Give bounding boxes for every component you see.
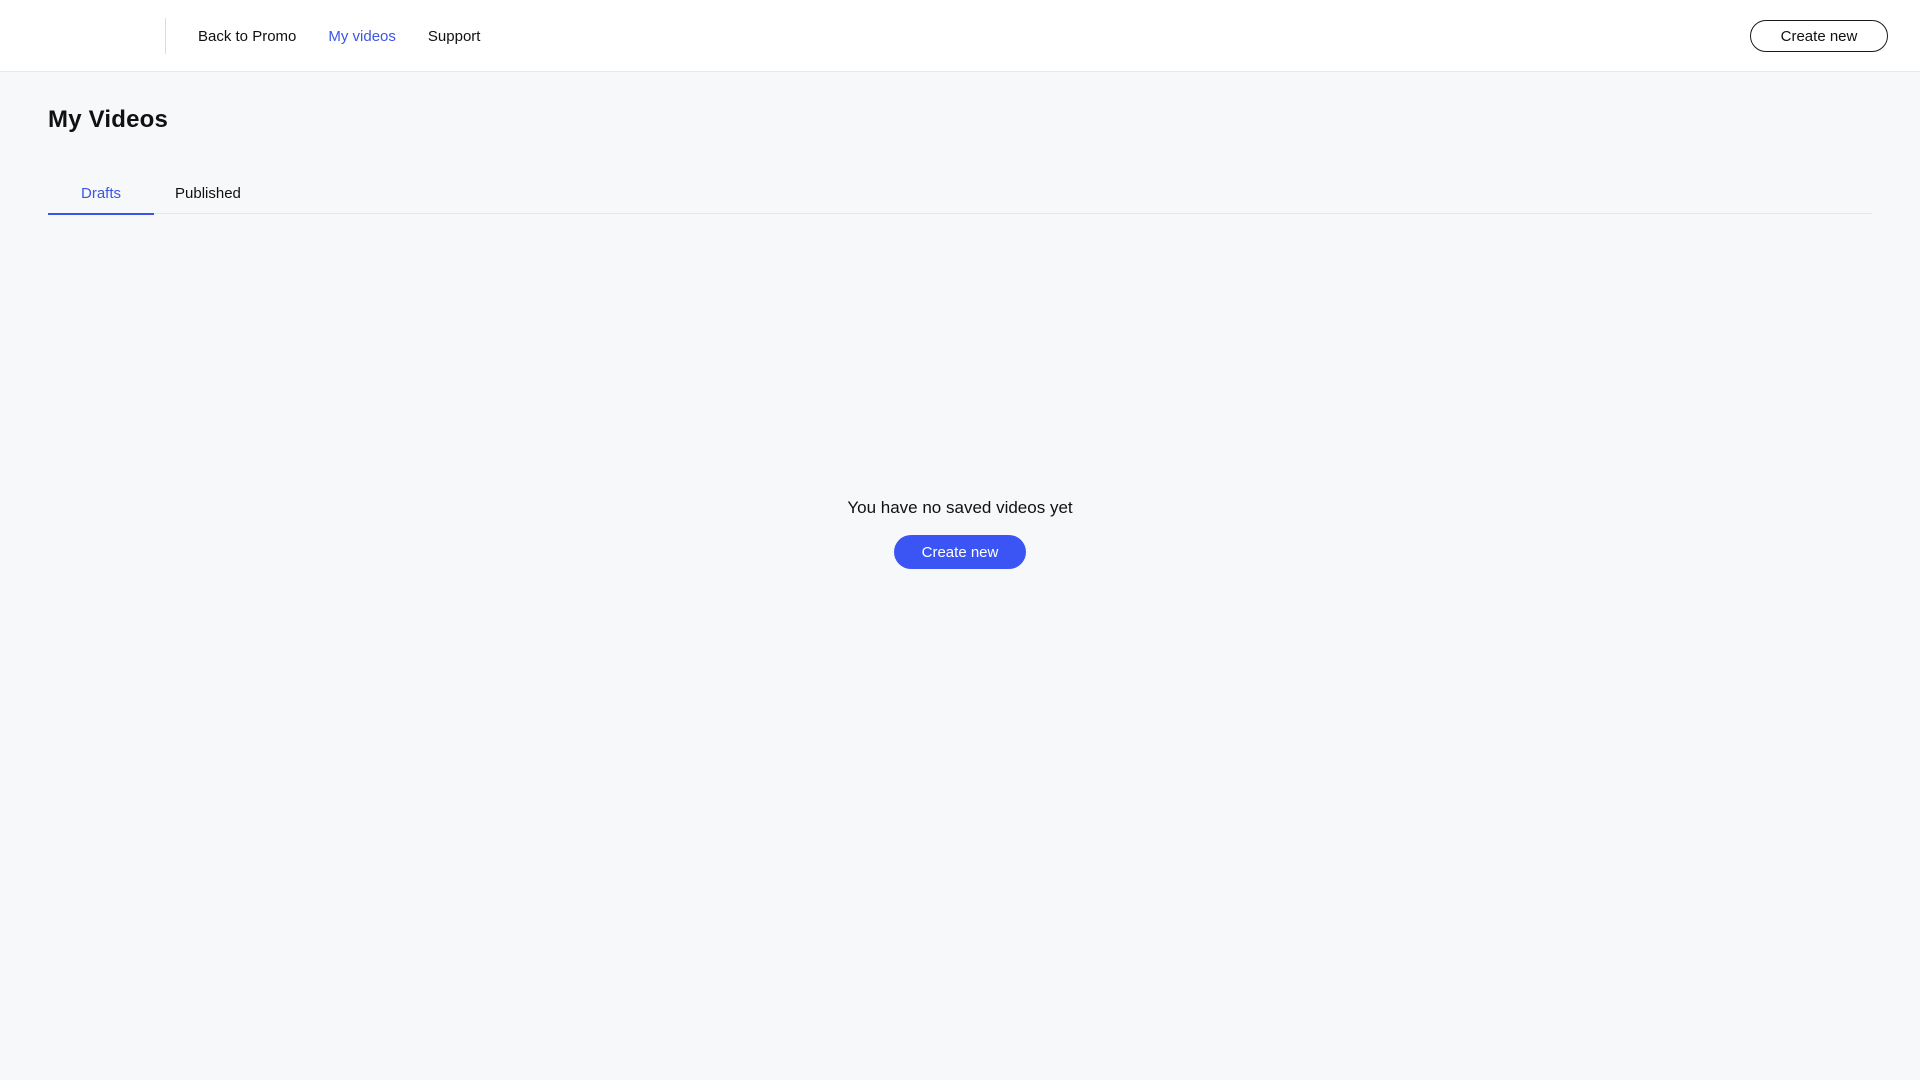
page-title: My Videos (48, 106, 169, 133)
logo[interactable] (48, 18, 166, 54)
empty-state: You have no saved videos yet Create new (0, 498, 1920, 569)
video-tabs: Drafts Published (48, 172, 1872, 215)
empty-state-message: You have no saved videos yet (847, 498, 1073, 517)
nav-support[interactable]: Support (428, 28, 481, 45)
header-create-new-button[interactable]: Create new (1750, 20, 1888, 52)
main-nav: Back to Promo My videos Support (198, 0, 480, 72)
create-new-button[interactable]: Create new (894, 535, 1026, 569)
tab-drafts[interactable]: Drafts (48, 172, 155, 215)
header-divider (165, 18, 166, 54)
nav-back-to-promo[interactable]: Back to Promo (198, 28, 296, 45)
tab-published[interactable]: Published (154, 172, 262, 214)
nav-my-videos[interactable]: My videos (328, 28, 396, 45)
top-navigation-bar: Back to Promo My videos Support Create n… (0, 0, 1920, 72)
